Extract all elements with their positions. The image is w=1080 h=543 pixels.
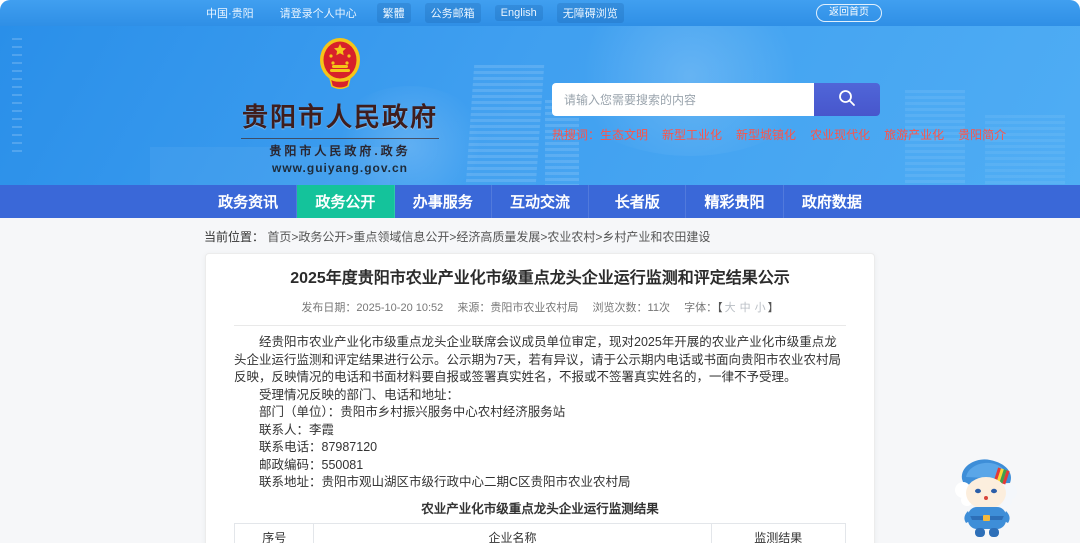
page: 中国·贵阳 请登录个人中心 繁體 公务邮箱 English 无障碍浏览 返回首页 — [0, 0, 1080, 543]
nav-item-label: 长者版 — [614, 194, 660, 211]
nav-item[interactable]: 政府数据 — [783, 185, 880, 218]
table-header-row: 序号 企业名称 监测结果 — [233, 522, 847, 543]
nav-item[interactable]: 政务公开 — [297, 185, 395, 218]
publish-date: 2025-10-20 10:52 — [356, 302, 444, 314]
site-title: 贵阳市人民政府 — [241, 102, 438, 132]
return-home-button[interactable]: 返回首页 — [816, 4, 882, 22]
skyline-building — [985, 115, 1065, 185]
col-header-index: 序号 — [233, 522, 315, 543]
nav-item[interactable]: 政务资讯 — [200, 185, 298, 218]
article-title: 2025年度贵阳市农业产业化市级重点龙头企业运行监测和评定结果公示 — [290, 270, 790, 287]
hot-word-link[interactable]: 生态文明 — [600, 128, 648, 142]
hot-words: 生态文明 新型工业化 新型城镇化 农业现代化 旅游产业化 贵阳简介 — [600, 128, 1020, 142]
site-url: www.guiyang.gov.cn — [271, 161, 408, 175]
source-label: 来源： — [457, 302, 491, 314]
top-link[interactable]: 中国·贵阳 — [200, 3, 260, 23]
site-logo[interactable]: 贵阳市人民政府 贵阳市人民政府.政务 www.guiyang.gov.cn — [235, 34, 445, 175]
search-button[interactable] — [814, 83, 880, 116]
nav-item-label: 精彩贵阳 — [704, 194, 765, 211]
article-paragraph: 经贵阳市农业产业化市级重点龙头企业联席会议成员单位审定，现对2025年开展的农业… — [234, 335, 841, 384]
nav-items: 政务资讯 政务公开 办事服务 互动交流 长者版 精彩贵阳 政府数据 — [200, 185, 880, 218]
views-value: 11次 — [647, 302, 670, 314]
skyline-building — [465, 65, 545, 185]
nav-item-label: 互动交流 — [509, 194, 570, 211]
article-paragraph: 部门（单位）：贵阳市乡村振兴服务中心农村经济服务站 — [259, 405, 566, 419]
mascot-assistant[interactable] — [950, 453, 1024, 541]
main-nav: 政务资讯 政务公开 办事服务 互动交流 长者版 精彩贵阳 政府数据 — [0, 185, 1080, 218]
table-caption: 农业产业化市级重点龙头企业运行监测结果 — [421, 501, 659, 516]
font-size-small[interactable]: 小 — [755, 302, 766, 314]
views-label: 浏览次数： — [592, 302, 648, 314]
nav-item-label: 政务公开 — [315, 194, 376, 211]
top-link[interactable]: 请登录个人中心 — [274, 3, 363, 23]
bracket: 】 — [767, 302, 779, 314]
hot-word-link[interactable]: 贵阳简介 — [958, 128, 1006, 142]
nav-item[interactable]: 精彩贵阳 — [686, 185, 784, 218]
font-size-large[interactable]: 大 — [725, 302, 736, 314]
monitoring-result-table: 序号 企业名称 监测结果 1 贵州合力超市采购有限公司 合格 2 贵州友禾种业 — [233, 522, 847, 543]
bracket: 【 — [717, 302, 723, 314]
hot-word-link[interactable]: 新型工业化 — [662, 128, 722, 142]
top-links: 中国·贵阳 请登录个人中心 繁體 公务邮箱 English 无障碍浏览 — [200, 0, 880, 26]
article-paragraph: 联系地址：贵阳市观山湖区市级行政中心二期C区贵阳市农业农村局 — [259, 475, 631, 489]
col-header-company: 企业名称 — [313, 522, 712, 543]
hot-word-link[interactable]: 新型城镇化 — [736, 128, 796, 142]
national-emblem-icon — [313, 34, 367, 97]
source-value: 贵阳市农业农村局 — [490, 302, 579, 314]
top-link[interactable]: 公务邮箱 — [424, 3, 481, 23]
meta-divider — [234, 325, 846, 326]
article-paragraph: 联系人：李霞 — [259, 422, 335, 437]
hot-word-link[interactable]: 农业现代化 — [810, 128, 870, 142]
breadcrumb-path[interactable]: 首页>政务公开>重点领域信息公开>经济高质量发展>农业农村>乡村产业和农田建设 — [267, 230, 710, 244]
breadcrumb-label: 当前位置： — [204, 230, 265, 244]
article-paragraph: 邮政编码：550081 — [259, 457, 364, 472]
article-paragraph: 联系电话：87987120 — [259, 440, 378, 454]
decorative-dashes — [12, 38, 22, 158]
logo-divider — [241, 138, 439, 139]
search-area: 热搜词：生态文明新型工业化新型城镇化农业现代化旅游产业化贵阳简介 — [552, 83, 1006, 143]
article-card: 2025年度贵阳市农业产业化市级重点龙头企业运行监测和评定结果公示 发布日期：2… — [205, 253, 875, 543]
hot-search-row: 热搜词：生态文明 新型工业化 新型城镇化 农业现代化 旅游产业化 贵阳简介 — [552, 126, 1006, 143]
breadcrumb: 当前位置： 首页>政务公开>重点领域信息公开>经济高质量发展>农业农村>乡村产业… — [200, 218, 880, 253]
nav-item[interactable]: 长者版 — [589, 185, 687, 218]
font-size-medium[interactable]: 中 — [740, 302, 751, 314]
search-icon — [837, 88, 857, 111]
site-banner: 贵阳市人民政府 贵阳市人民政府.政务 www.guiyang.gov.cn 请输… — [0, 26, 1080, 185]
publish-date-label: 发布日期： — [301, 302, 357, 314]
nav-item[interactable]: 办事服务 — [394, 185, 492, 218]
site-subtitle: 贵阳市人民政府.政务 — [269, 144, 411, 158]
article-paragraph: 受理情况反映的部门、电话和地址： — [259, 387, 460, 402]
font-size-label: 字体： — [684, 302, 718, 314]
top-link[interactable]: 无障碍浏览 — [556, 3, 624, 23]
top-link[interactable]: 繁體 — [376, 3, 411, 23]
top-link[interactable]: English — [494, 5, 543, 21]
search-input[interactable] — [552, 83, 814, 116]
article-body: 经贵阳市农业产业化市级重点龙头企业联席会议成员单位审定，现对2025年开展的农业… — [234, 334, 846, 492]
nav-item-label: 政府数据 — [801, 194, 862, 211]
hot-word-link[interactable]: 旅游产业化 — [884, 128, 944, 142]
top-utility-bar: 中国·贵阳 请登录个人中心 繁體 公务邮箱 English 无障碍浏览 返回首页 — [0, 0, 1080, 26]
col-header-result: 监测结果 — [710, 522, 847, 543]
article-meta: 发布日期：2025-10-20 10:52 来源：贵阳市农业农村局 浏览次数：1… — [234, 299, 846, 315]
nav-item[interactable]: 互动交流 — [491, 185, 590, 218]
hot-search-label: 热搜词： — [552, 128, 601, 142]
nav-item-label: 办事服务 — [412, 194, 473, 211]
nav-item-label: 政务资讯 — [218, 194, 279, 211]
